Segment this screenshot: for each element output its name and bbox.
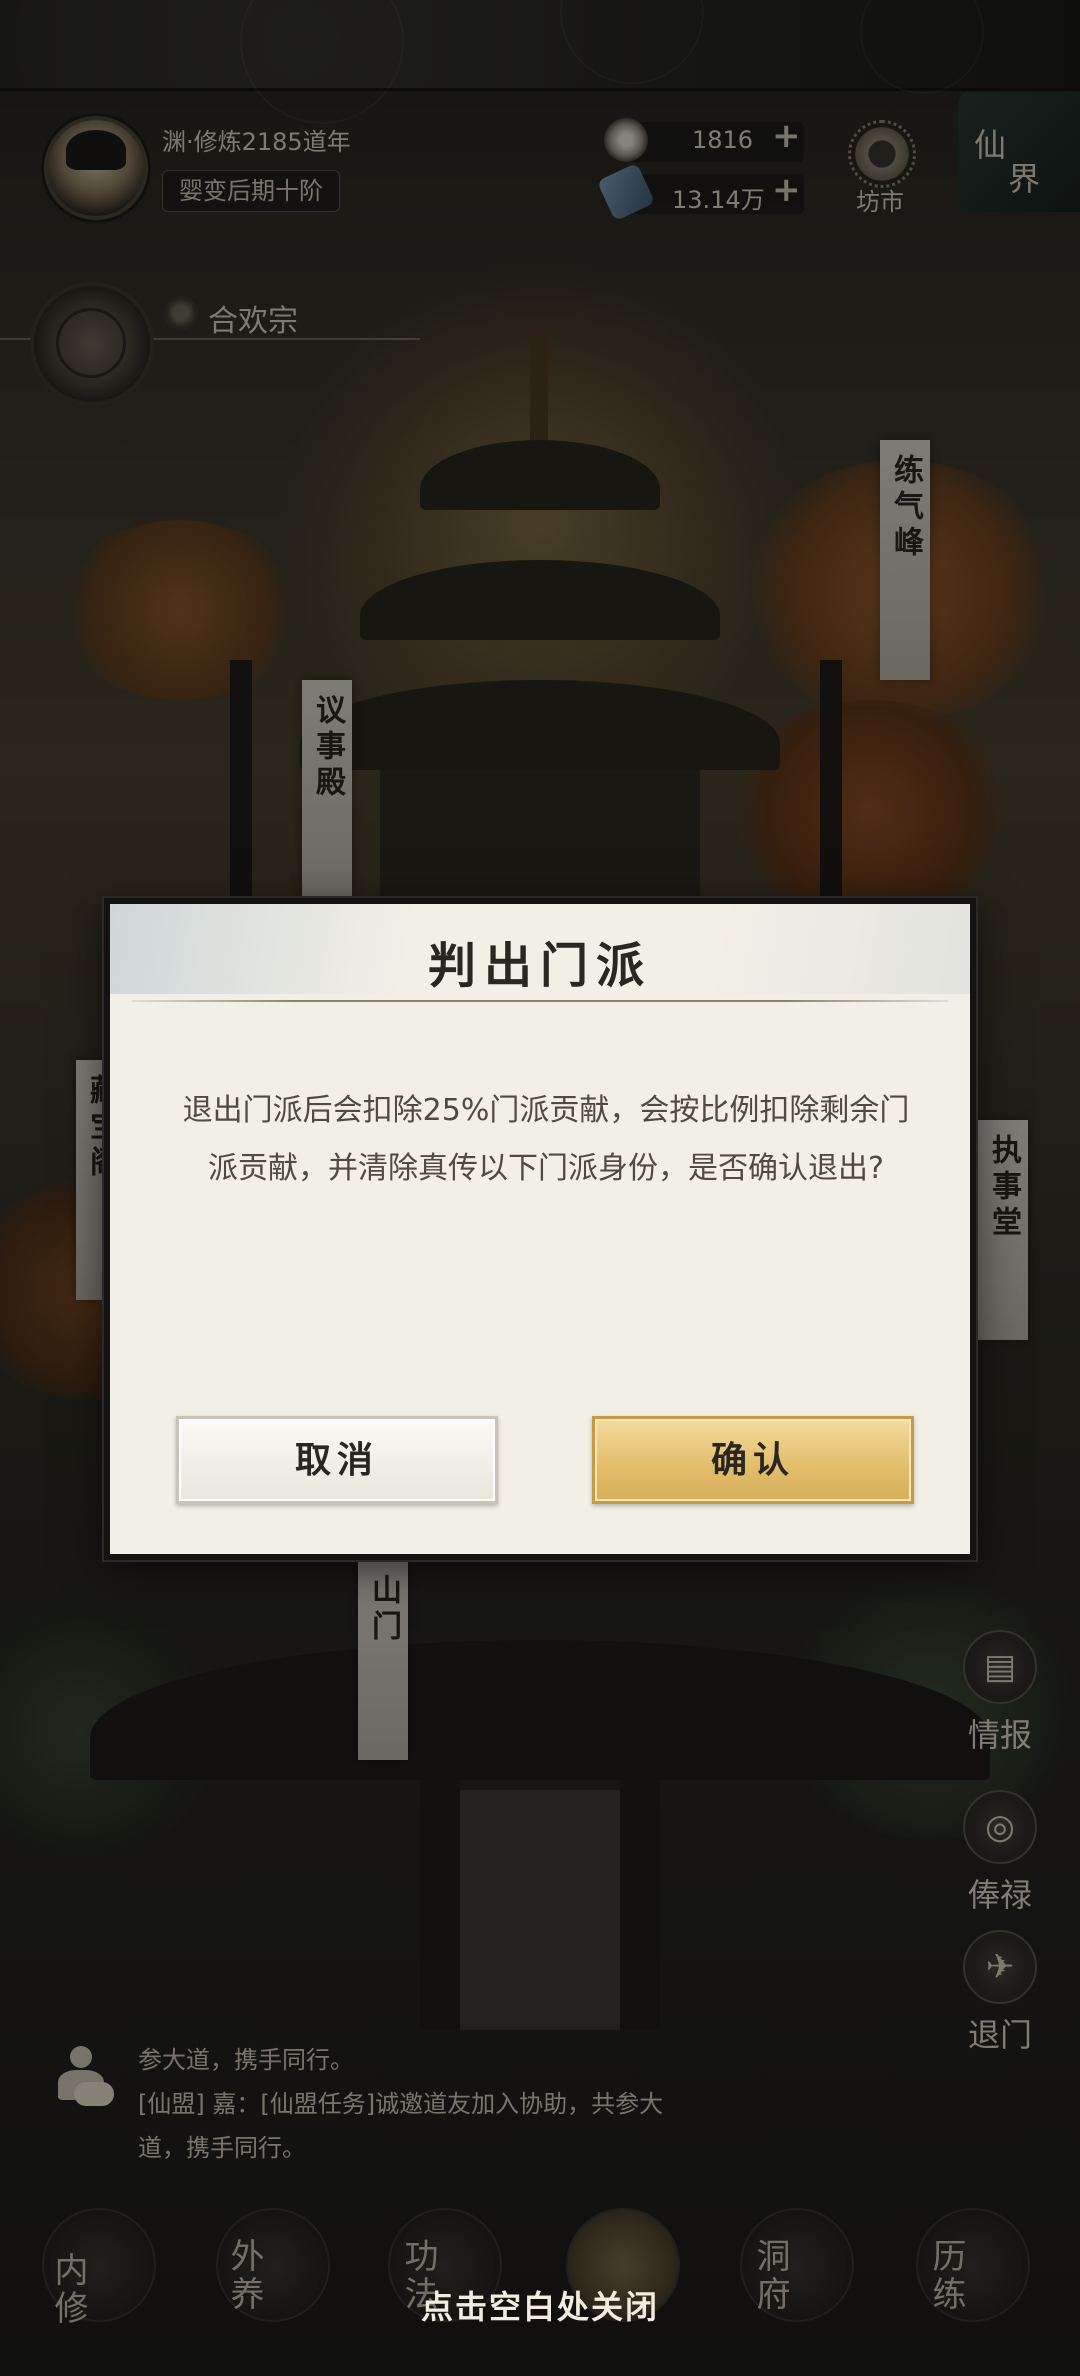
cancel-button[interactable]: 取消	[176, 1416, 498, 1504]
confirm-button[interactable]: 确认	[592, 1416, 914, 1504]
leave-sect-dialog: 判出门派 退出门派后会扣除25%门派贡献，会按比例扣除剩余门派贡献，并清除真传以…	[104, 898, 976, 1560]
close-hint[interactable]: 点击空白处关闭	[0, 2282, 1080, 2328]
dialog-divider	[132, 1000, 948, 1002]
dialog-title: 判出门派	[427, 938, 652, 994]
dialog-message: 退出门派后会扣除25%门派贡献，会按比例扣除剩余门派贡献，并清除真传以下门派身份…	[182, 1093, 910, 1186]
